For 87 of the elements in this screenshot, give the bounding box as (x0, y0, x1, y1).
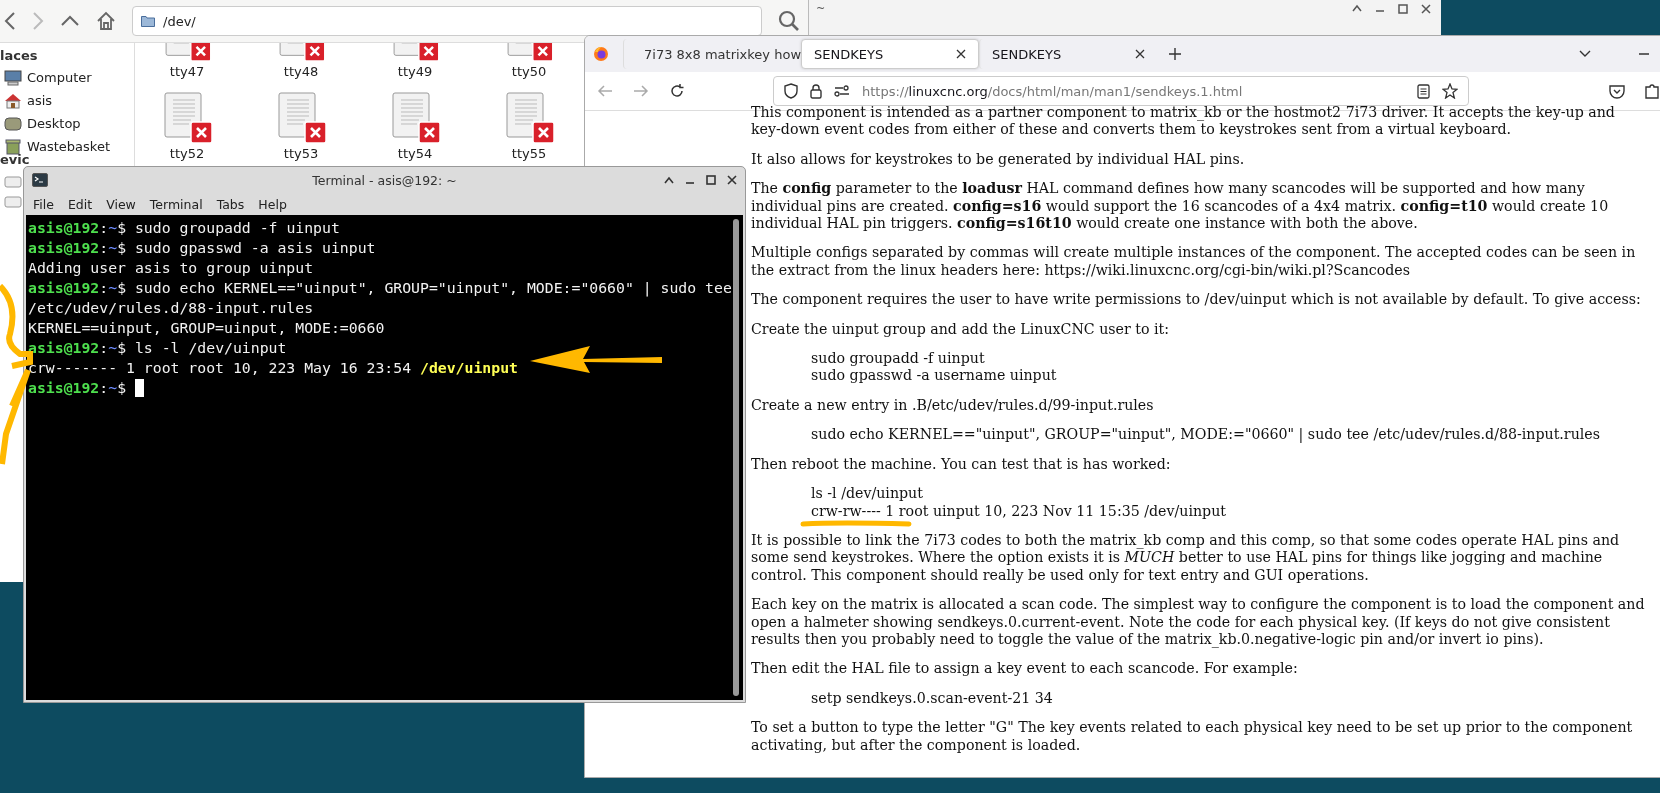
restore-icon[interactable] (1398, 4, 1408, 14)
reader-view-icon[interactable] (1417, 83, 1430, 99)
broken-file-icon[interactable] (503, 92, 555, 144)
back-icon[interactable] (4, 11, 16, 31)
paragraph: Then edit the HAL file to assign a key event to each scancode. For example: (751, 660, 1299, 678)
terminal-line: Adding user asis to group uinput (28, 258, 314, 278)
new-tab-icon[interactable] (1169, 48, 1181, 60)
broken-file-icon[interactable] (389, 92, 441, 144)
close-icon[interactable] (1135, 49, 1145, 59)
browser-tab[interactable]: SENDKEYS (801, 39, 979, 69)
close-icon[interactable] (956, 49, 966, 59)
home-icon (4, 92, 22, 109)
up-icon[interactable] (60, 15, 80, 27)
scrollbar[interactable] (733, 219, 739, 696)
code-line: ls -l /dev/uinput (811, 485, 923, 503)
file-name[interactable]: tty48 (279, 64, 323, 79)
paragraph: The config parameter to the loadusr HAL command defines how many scancodes will be supported and how many individual pins are created. config=s16 would support the 16 scancodes of a 4x4 matrix. config=t10 would create 10 individual HAL pin triggers. config=s16t10 would create one instance with both the above. (751, 180, 1610, 233)
paragraph: Then reboot the machine. You can test that is has worked: (751, 455, 1172, 474)
sidebar-header: laces (0, 47, 39, 65)
paragraph: It also allows for keystrokes to be generated by individual HAL pins. (751, 150, 1246, 169)
terminal-line: KERNEL==uinput, GROUP=uinput, MODE:=0660 (28, 318, 385, 338)
code-line: crw-rw---- 1 root uinput 10, 223 Nov 11 15:35 /dev/uinput (811, 502, 1227, 520)
url-field[interactable]: https://linuxcnc.org/docs/html/man/man1/sendkeys.1.html (773, 76, 1469, 106)
paragraph: Multiple configs separated by commas will create multiple instances of the component. The accepted codes can be seen in the extract from the linux headers here: https://wiki.linuxcnc.org/cgi-bin/wiki.pl?Scancodes (751, 244, 1637, 280)
menu-item[interactable]: View (106, 196, 136, 212)
paragraph: Create the uinput group and add the LinuxCNC user to it: (751, 320, 1171, 339)
browser-tab[interactable]: SENDKEYS (979, 39, 1157, 69)
close-icon[interactable] (727, 175, 737, 185)
file-name[interactable]: tty49 (393, 64, 437, 79)
folder-icon (141, 15, 155, 27)
terminal-line: asis@192:~$ ls -l /dev/uinput (28, 338, 287, 358)
search-icon[interactable] (778, 10, 800, 32)
restore-icon[interactable] (706, 175, 716, 185)
broken-file-icon[interactable] (161, 92, 213, 144)
code-line: setp sendkeys.0.scan-event-21 34 (811, 689, 1053, 708)
paragraph: Each key on the matrix is allocated a scan code. The simplest way to configure the component is to load the component and open a halmeter showing sendkeys.0.current-event. Note the code for each physical key. (If keys do not give consistent results then you probably need to toggle the value of the matrix_kb.0.negative-logic pin and/or invert io pins). (751, 596, 1645, 649)
sidebar-item[interactable]: Desktop (0, 112, 134, 135)
trash-icon (4, 138, 22, 155)
file-name[interactable]: tty54 (393, 146, 437, 161)
code-line: sudo echo KERNEL=="uinput", GROUP="uinput", MODE:="0660" | sudo tee /etc/udev/rules.d/88-input.rules (811, 426, 1600, 444)
terminal-icon (32, 173, 48, 187)
menu-item[interactable]: Terminal (149, 196, 203, 212)
paragraph: The component requires the user to have write permissions to /dev/uinput which is not available by default. To give access: (751, 291, 1642, 309)
terminal-line: crw------- 1 root root 10, 223 May 16 23:54 /dev/uinput (28, 358, 518, 378)
file-name[interactable]: tty55 (507, 146, 551, 161)
menu-item[interactable]: File (33, 196, 54, 212)
window-text: ~ (816, 2, 826, 15)
paragraph: This component is intended as a partner component to matrix_kb or the hostmot2 7i73 driver. It accepts the key-up and key-down event codes from either of these and converts them to keystrokes sent from a virtual keyboard. (751, 104, 1616, 139)
sidebar-header: evic (0, 152, 30, 168)
maximize-icon[interactable] (1352, 4, 1362, 12)
file-name[interactable]: tty53 (279, 146, 323, 161)
window-title: Terminal - asis@192: ~ (312, 172, 457, 188)
paragraph: Create a new entry in .B/etc/udev/rules.d/99-input.rules (751, 396, 1155, 415)
paragraph: It is possible to link the 7i73 codes to both the matrix_kb comp and this comp, so that some codes operate HAL pins and some send keystrokes. Where the option exists it is MUCH better to use HAL pins for things like jogging and machine control. This component should really be used only for text entry and GUI operations. (751, 531, 1621, 585)
lock-icon[interactable] (810, 83, 822, 99)
desktop-icon (4, 115, 22, 132)
minimize-icon[interactable] (1639, 52, 1649, 56)
terminal-line: asis@192:~$ sudo gpasswd -a asis uinput (28, 238, 376, 258)
maximize-icon[interactable] (664, 176, 674, 184)
terminal-line: /etc/udev/rules.d/88-input.rules (28, 298, 314, 318)
shield-icon[interactable] (784, 83, 798, 99)
tab-list-icon[interactable] (1579, 50, 1591, 58)
paragraph: To set a button to type the letter "G" The key events related to each physical key need to be set up prior to the component activating, but after the component is loaded. (751, 719, 1634, 754)
code-line: sudo gpasswd -a username uinput (811, 367, 1057, 385)
terminal-line: asis@192:~$ (28, 378, 144, 398)
sidebar-item[interactable]: asis (0, 89, 134, 112)
file-name[interactable]: tty52 (165, 146, 209, 161)
star-icon[interactable] (1442, 83, 1458, 99)
menu-item[interactable]: Edit (67, 196, 93, 212)
menu-item[interactable]: Tabs (216, 196, 245, 212)
broken-file-icon[interactable] (275, 92, 327, 144)
close-icon[interactable] (1421, 4, 1431, 14)
url-text[interactable]: https://linuxcnc.org/docs/html/man/man1/sendkeys.1.html (862, 83, 1243, 99)
sidebar-item[interactable]: Computer (0, 66, 134, 89)
pocket-icon[interactable] (1609, 83, 1625, 99)
reload-icon[interactable] (669, 83, 685, 99)
file-name[interactable]: tty50 (507, 64, 551, 79)
computer-icon (4, 69, 22, 86)
location-field[interactable]: /dev/ (132, 6, 762, 36)
terminal-line: asis@192:~$ sudo echo KERNEL=="uinput", GROUP="uinput", MODE:="0660" | sudo tee (28, 278, 732, 298)
browser-logo-icon[interactable] (593, 46, 609, 62)
menu-item[interactable]: Help (258, 196, 287, 212)
file-name[interactable]: tty47 (165, 64, 209, 79)
code-line: sudo groupadd -f uinput (811, 350, 985, 368)
home-icon[interactable] (96, 11, 116, 31)
terminal-line: asis@192:~$ sudo groupadd -f uinput (28, 218, 340, 238)
permissions-icon[interactable] (834, 85, 850, 97)
